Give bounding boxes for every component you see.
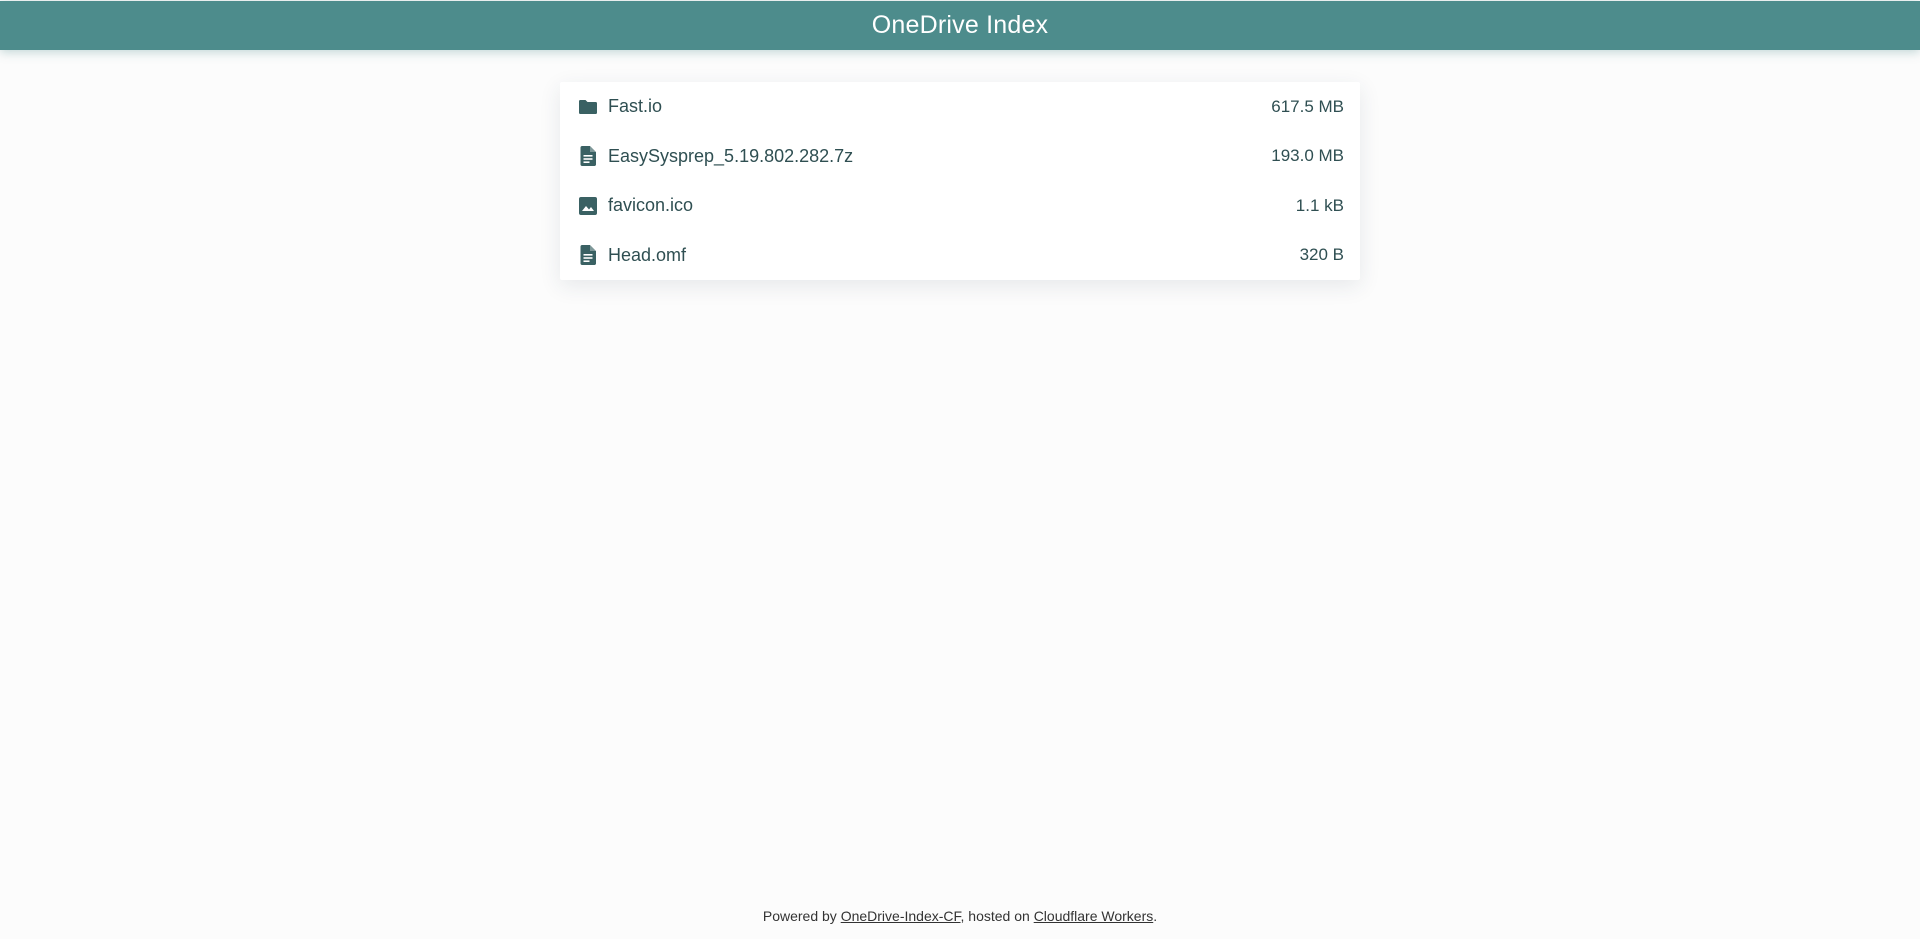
file-size: 617.5 MB: [1271, 96, 1344, 116]
file-row-easysysprep[interactable]: EasySysprep_5.19.802.282.7z 193.0 MB: [560, 132, 1360, 182]
file-row-favicon[interactable]: favicon.ico 1.1 kB: [560, 181, 1360, 231]
footer-middle: , hosted on: [960, 908, 1034, 924]
footer-suffix: .: [1153, 908, 1158, 924]
file-row-fast-io[interactable]: Fast.io 617.5 MB: [560, 82, 1360, 132]
file-row-head-omf[interactable]: Head.omf 320 B: [560, 231, 1360, 281]
file-name: EasySysprep_5.19.802.282.7z: [608, 145, 854, 166]
cloudflare-workers-link[interactable]: Cloudflare Workers: [1034, 908, 1154, 924]
top-bar: OneDrive Index: [0, 1, 1920, 50]
footer-prefix: Powered by: [762, 908, 841, 924]
image-icon: [577, 195, 599, 217]
file-name: Fast.io: [608, 96, 663, 117]
folder-icon: [577, 96, 599, 118]
file-size: 320 B: [1299, 245, 1344, 265]
page-title: OneDrive Index: [871, 11, 1049, 39]
document-icon: [577, 244, 599, 266]
file-list: Fast.io 617.5 MB EasySysprep_5.19.802.28…: [560, 82, 1360, 280]
file-name: favicon.ico: [608, 195, 694, 216]
footer: Powered by OneDrive-Index-CF, hosted on …: [0, 908, 1920, 924]
onedrive-index-link[interactable]: OneDrive-Index-CF: [841, 908, 961, 924]
file-size: 193.0 MB: [1271, 146, 1344, 166]
file-size: 1.1 kB: [1295, 195, 1344, 215]
document-icon: [577, 145, 599, 167]
file-name: Head.omf: [608, 244, 687, 265]
